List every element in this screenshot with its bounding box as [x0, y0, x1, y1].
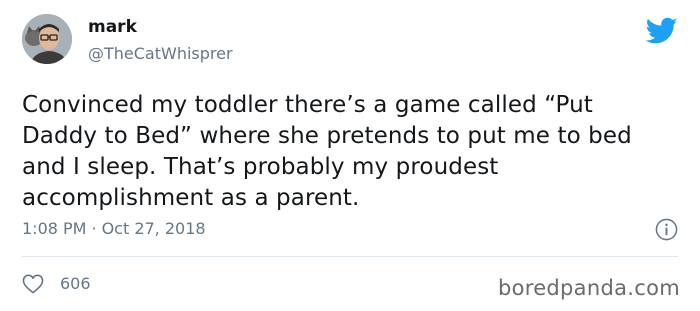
tweet-time: 1:08 PM: [22, 219, 87, 238]
heart-icon: [22, 274, 44, 294]
tweet-text: Convinced my toddler there’s a game call…: [22, 92, 632, 211]
info-icon[interactable]: [655, 218, 678, 241]
author-handle[interactable]: @TheCatWhisprer: [88, 44, 233, 64]
twitter-bird-icon[interactable]: [646, 17, 678, 45]
divider: [22, 256, 678, 257]
tweet-timestamp[interactable]: 1:08 PM · Oct 27, 2018: [22, 219, 206, 239]
watermark: boredpanda.com: [497, 276, 680, 300]
author-display-name[interactable]: mark: [88, 17, 137, 37]
tweet-date: Oct 27, 2018: [101, 219, 206, 238]
timestamp-separator: ·: [91, 219, 97, 238]
tweet-card: mark @TheCatWhisprer Convinced my toddle…: [0, 0, 700, 311]
profile-avatar-image: [22, 14, 72, 64]
avatar[interactable]: [22, 14, 72, 64]
like-button[interactable]: 606: [22, 273, 91, 295]
like-count: 606: [60, 274, 91, 293]
